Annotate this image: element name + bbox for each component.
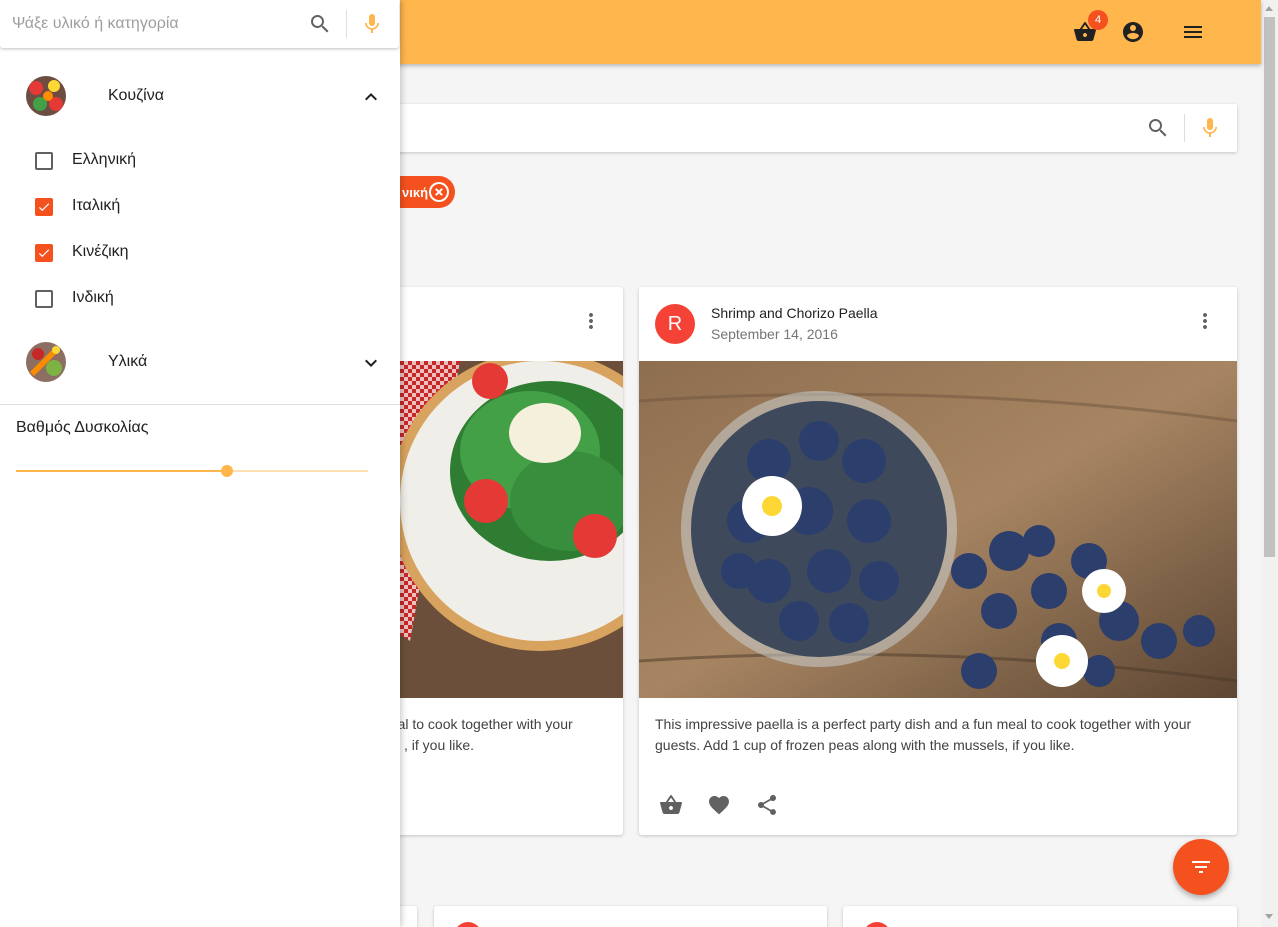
main-search-bar[interactable]	[392, 104, 1237, 152]
menu-icon	[1184, 26, 1202, 38]
filter-drawer: Κουζίνα Ελληνική Ιταλική Κινέζικη Ινδική	[0, 0, 400, 927]
filter-chip-label: νική	[402, 184, 429, 200]
slider-fill	[16, 470, 228, 472]
indian-checkbox[interactable]	[35, 290, 53, 308]
cuisine-thumbnail	[26, 76, 66, 116]
search-divider	[346, 10, 347, 38]
recipe-card: R Shrimp and Chorizo Paella September 14…	[639, 287, 1237, 835]
share-button[interactable]	[743, 787, 791, 823]
italian-checkbox[interactable]	[35, 198, 53, 216]
card-actions	[647, 787, 791, 823]
drawer-divider	[0, 404, 400, 405]
heart-icon	[709, 796, 729, 815]
scroll-up-arrow[interactable]	[1265, 6, 1273, 11]
ingredients-thumbnail	[26, 342, 66, 382]
menu-button[interactable]	[1177, 16, 1209, 48]
drawer-search-input[interactable]	[12, 12, 292, 36]
search-divider	[1184, 114, 1185, 142]
card-header: R Shrimp and Chorizo Paella September 14…	[639, 287, 1237, 361]
add-to-cart-button[interactable]	[647, 787, 695, 823]
filter-fab-button[interactable]	[1173, 839, 1229, 895]
option-label: Ιταλική	[72, 197, 121, 214]
share-icon	[758, 795, 776, 815]
option-label: Ελληνική	[72, 151, 137, 168]
filter-list-icon	[1192, 861, 1210, 873]
recipe-card	[843, 906, 1237, 927]
card-text-line: This impressive paella is a perfect part…	[655, 716, 1192, 732]
category-label: Υλικά	[108, 353, 148, 370]
category-ingredients[interactable]: Υλικά	[0, 330, 400, 396]
difficulty-label: Βαθμός Δυσκολίας	[16, 419, 149, 436]
microphone-icon[interactable]	[1198, 116, 1222, 140]
card-text-line: , if you like.	[404, 737, 475, 753]
category-label: Κουζίνα	[108, 87, 164, 104]
account-button[interactable]	[1117, 16, 1149, 48]
check-icon	[38, 249, 50, 258]
slider-thumb[interactable]	[221, 465, 234, 477]
chip-remove-button[interactable]	[429, 182, 449, 202]
option-label: Κινέζικη	[72, 243, 129, 260]
blueberries-photo	[639, 361, 1237, 698]
author-avatar: R	[655, 304, 695, 344]
basket-icon	[660, 794, 682, 814]
scroll-thumb[interactable]	[1264, 17, 1275, 557]
scroll-down-arrow[interactable]	[1265, 914, 1273, 919]
option-greek[interactable]: Ελληνική	[0, 138, 400, 184]
more-vertical-icon	[1203, 313, 1207, 329]
close-icon	[431, 184, 447, 200]
difficulty-slider[interactable]	[16, 465, 368, 477]
card-description: This impressive paella is a perfect part…	[655, 714, 1215, 756]
more-vertical-icon	[589, 313, 593, 329]
card-title: Shrimp and Chorizo Paella	[711, 305, 878, 321]
option-italian[interactable]: Ιταλική	[0, 184, 400, 230]
chinese-checkbox[interactable]	[35, 244, 53, 262]
favorite-button[interactable]	[695, 787, 743, 823]
more-options-button[interactable]	[1193, 309, 1217, 333]
microphone-icon[interactable]	[360, 12, 384, 36]
card-text-line: guests. Add 1 cup of frozen peas along w…	[655, 737, 1075, 753]
page-scrollbar[interactable]	[1261, 0, 1278, 927]
option-chinese[interactable]: Κινέζικη	[0, 230, 400, 276]
author-avatar	[454, 922, 482, 927]
option-indian[interactable]: Ινδική	[0, 276, 400, 322]
greek-checkbox[interactable]	[35, 152, 53, 170]
option-label: Ινδική	[72, 289, 114, 306]
drawer-search-bar	[0, 0, 399, 48]
category-cuisine[interactable]: Κουζίνα	[0, 64, 400, 130]
chevron-down-icon[interactable]	[359, 351, 383, 375]
card-text-line: neal to cook together with your	[382, 716, 573, 732]
account-circle-icon	[1123, 22, 1143, 42]
author-avatar	[863, 922, 891, 927]
chevron-up-icon[interactable]	[359, 85, 383, 109]
more-options-button[interactable]	[579, 309, 603, 333]
card-date: September 14, 2016	[711, 326, 838, 342]
check-icon	[38, 203, 50, 212]
search-icon[interactable]	[308, 12, 332, 36]
cart-count-badge: 4	[1088, 10, 1108, 30]
search-icon[interactable]	[1146, 116, 1170, 140]
recipe-card	[434, 906, 827, 927]
